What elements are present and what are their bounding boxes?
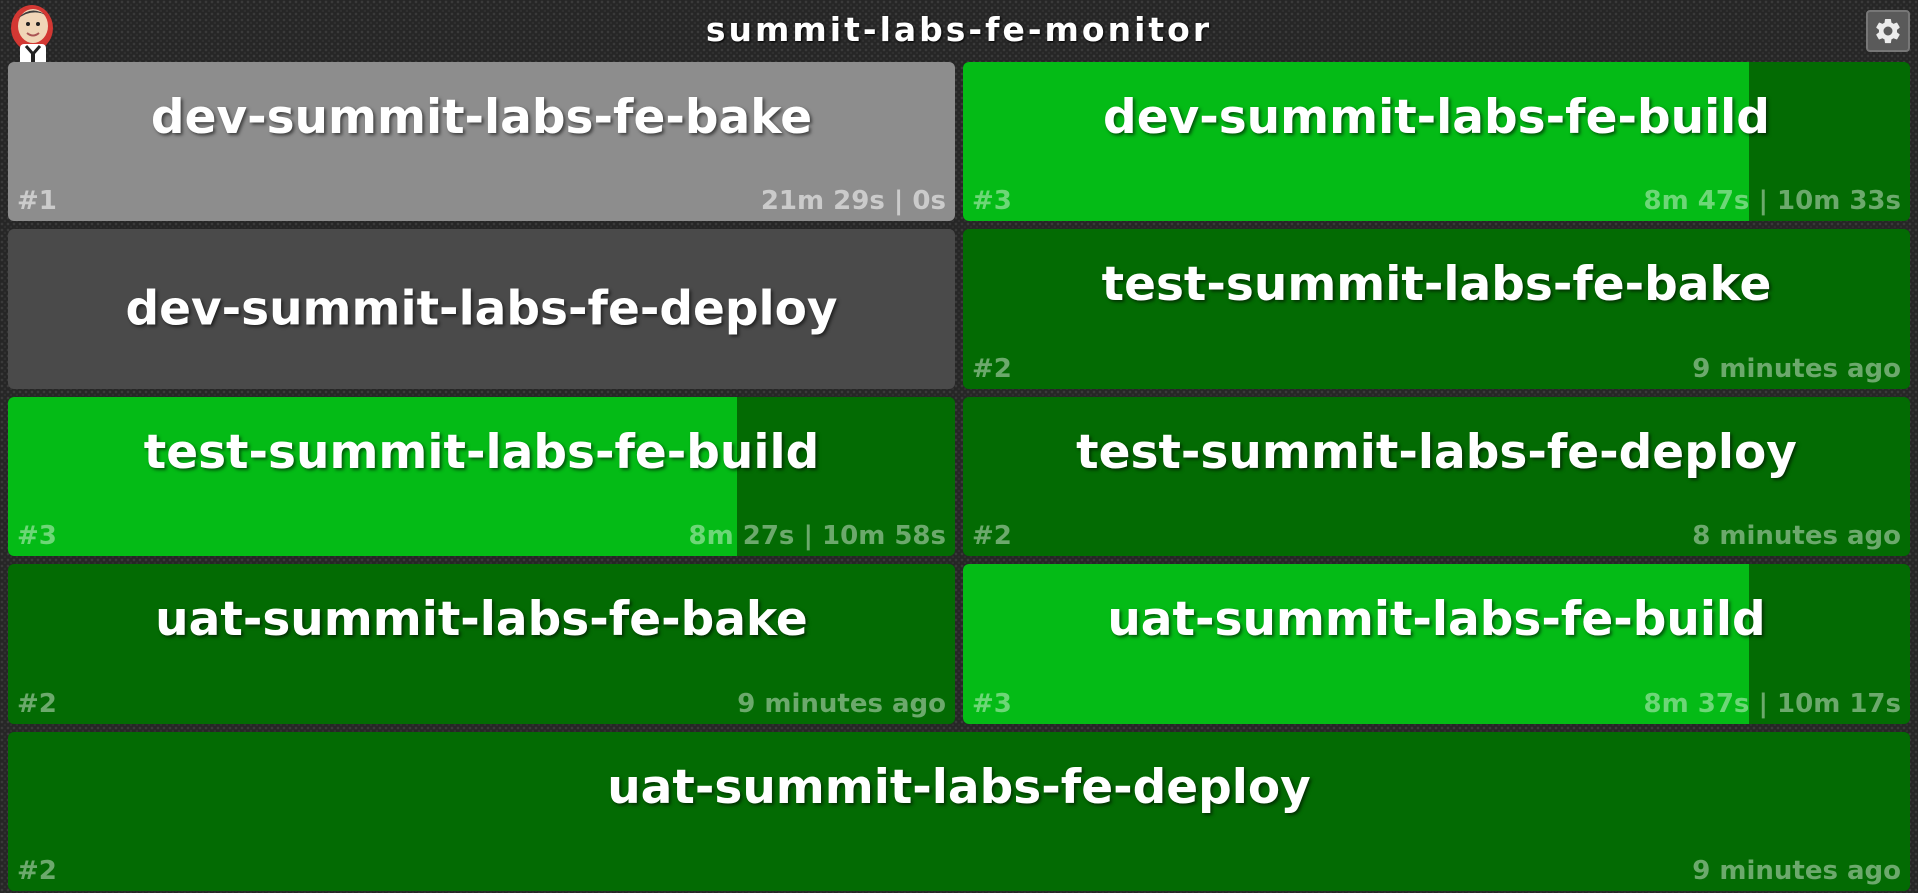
header: summit-labs-fe-monitor [0, 0, 1918, 70]
build-time-ago: 8 minutes ago [1692, 521, 1901, 551]
build-number: #1 [17, 186, 57, 216]
build-number: #2 [17, 856, 57, 886]
job-name: uat-summit-labs-fe-build [1107, 592, 1766, 647]
build-number: #2 [972, 354, 1012, 384]
job-tile-uat-bake[interactable]: uat-summit-labs-fe-bake #2 9 minutes ago [8, 564, 955, 724]
build-number: #3 [17, 521, 57, 551]
build-number: #3 [972, 689, 1012, 719]
job-name: dev-summit-labs-fe-build [1103, 90, 1770, 145]
build-duration: 8m 47s | 10m 33s [1643, 186, 1901, 216]
job-tile-test-bake[interactable]: test-summit-labs-fe-bake #2 9 minutes ag… [963, 229, 1910, 389]
job-name: test-summit-labs-fe-bake [1101, 257, 1772, 312]
gear-icon [1876, 18, 1900, 44]
build-time-ago: 9 minutes ago [737, 689, 946, 719]
job-tile-dev-bake[interactable]: dev-summit-labs-fe-bake #1 21m 29s | 0s [8, 62, 955, 221]
job-tile-dev-build[interactable]: dev-summit-labs-fe-build #3 8m 47s | 10m… [963, 62, 1910, 221]
settings-button[interactable] [1866, 10, 1910, 52]
job-name: uat-summit-labs-fe-bake [155, 592, 808, 647]
job-tile-dev-deploy[interactable]: dev-summit-labs-fe-deploy [8, 229, 955, 389]
job-name: dev-summit-labs-fe-bake [150, 90, 813, 145]
job-name: dev-summit-labs-fe-deploy [125, 281, 838, 337]
job-tile-uat-build[interactable]: uat-summit-labs-fe-build #3 8m 37s | 10m… [963, 564, 1910, 724]
build-duration: 21m 29s | 0s [760, 186, 946, 216]
job-name: uat-summit-labs-fe-deploy [607, 760, 1311, 815]
job-name: test-summit-labs-fe-deploy [1076, 425, 1797, 480]
build-number: #3 [972, 186, 1012, 216]
job-tile-test-deploy[interactable]: test-summit-labs-fe-deploy #2 8 minutes … [963, 397, 1910, 556]
build-duration: 8m 37s | 10m 17s [1643, 689, 1901, 719]
job-name: test-summit-labs-fe-build [143, 425, 820, 480]
job-tile-uat-deploy[interactable]: uat-summit-labs-fe-deploy #2 9 minutes a… [8, 732, 1910, 891]
build-duration: 8m 27s | 10m 58s [688, 521, 946, 551]
build-number: #2 [972, 521, 1012, 551]
page-title: summit-labs-fe-monitor [705, 10, 1213, 49]
build-time-ago: 9 minutes ago [1692, 354, 1901, 384]
build-time-ago: 9 minutes ago [1692, 856, 1901, 886]
build-number: #2 [17, 689, 57, 719]
job-tile-test-build[interactable]: test-summit-labs-fe-build #3 8m 27s | 10… [8, 397, 955, 556]
